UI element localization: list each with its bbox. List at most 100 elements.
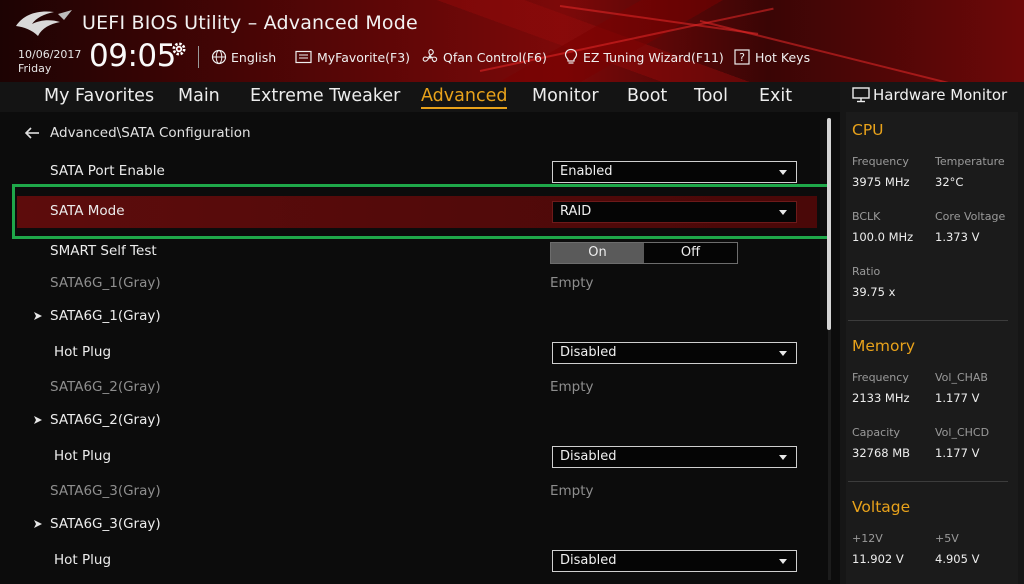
- chevron-down-icon: [779, 455, 787, 460]
- sata6g-1-hotplug-select[interactable]: Disabled: [552, 342, 797, 364]
- divider: [848, 320, 1008, 321]
- date-text: 10/06/2017: [18, 48, 82, 61]
- tab-main[interactable]: Main: [178, 86, 220, 106]
- hot-keys-button[interactable]: ? Hot Keys: [734, 48, 810, 66]
- day-text: Friday: [18, 62, 52, 75]
- v12-value: 11.902 V: [852, 552, 904, 566]
- scrollbar-thumb[interactable]: [827, 118, 831, 330]
- breadcrumb: Advanced\SATA Configuration: [50, 125, 251, 141]
- core-voltage-value: 1.373 V: [935, 230, 980, 244]
- date-display: 10/06/2017 Friday: [18, 48, 81, 76]
- smart-self-test-label: SMART Self Test: [50, 243, 157, 259]
- language-label: English: [231, 49, 277, 65]
- cpu-frequency-value: 3975 MHz: [852, 175, 910, 189]
- tab-exit[interactable]: Exit: [759, 86, 792, 106]
- cpu-frequency-label: Frequency: [852, 155, 909, 168]
- ez-tuning-label: EZ Tuning Wizard(F11): [583, 49, 724, 65]
- voltage-section-title: Voltage: [852, 498, 911, 516]
- sata6g-3-submenu[interactable]: SATA6G_3(Gray): [50, 516, 161, 532]
- ratio-label: Ratio: [852, 265, 881, 278]
- qfan-control-button[interactable]: Qfan Control(F6): [421, 48, 547, 66]
- sata-mode-select[interactable]: RAID: [552, 201, 797, 223]
- bclk-value: 100.0 MHz: [852, 230, 914, 244]
- sata6g-1-submenu[interactable]: SATA6G_1(Gray): [50, 308, 161, 324]
- tab-boot[interactable]: Boot: [627, 86, 667, 106]
- myfavorite-button[interactable]: MyFavorite(F3): [295, 48, 410, 66]
- sata-port-enable-select[interactable]: Enabled: [552, 161, 797, 183]
- memory-frequency-label: Frequency: [852, 371, 909, 384]
- header-separator: [198, 46, 199, 68]
- sata6g-2-hotplug-value: Disabled: [560, 449, 617, 464]
- cpu-temperature-label: Temperature: [935, 155, 1005, 168]
- sata6g-3-hotplug-label: Hot Plug: [54, 552, 112, 568]
- sata6g-1-hotplug-value: Disabled: [560, 345, 617, 360]
- tab-my-favorites[interactable]: My Favorites: [44, 86, 154, 106]
- ez-tuning-wizard-button[interactable]: EZ Tuning Wizard(F11): [563, 48, 724, 66]
- sata6g-1-info-label: SATA6G_1(Gray): [50, 275, 161, 291]
- language-button[interactable]: English: [211, 48, 276, 66]
- divider: [848, 481, 1008, 482]
- chevron-down-icon: [779, 170, 787, 175]
- sata-mode-value: RAID: [560, 204, 592, 219]
- sata6g-3-hotplug-select[interactable]: Disabled: [552, 550, 797, 572]
- memory-frequency-value: 2133 MHz: [852, 391, 910, 405]
- app-title: UEFI BIOS Utility – Advanced Mode: [82, 12, 418, 34]
- expand-arrow-icon: [34, 312, 42, 320]
- monitor-icon: [852, 87, 870, 103]
- sata6g-2-info-label: SATA6G_2(Gray): [50, 379, 161, 395]
- chevron-down-icon: [779, 351, 787, 356]
- memory-section-title: Memory: [852, 337, 916, 355]
- sata-port-enable-value: Enabled: [560, 164, 613, 179]
- gear-icon[interactable]: [170, 40, 188, 58]
- tab-extreme-tweaker[interactable]: Extreme Tweaker: [250, 86, 400, 106]
- vol-chab-value: 1.177 V: [935, 391, 980, 405]
- toggle-on[interactable]: On: [551, 243, 644, 263]
- clock: 09:05: [89, 38, 176, 74]
- ratio-value: 39.75 x: [852, 285, 896, 299]
- myfavorite-label: MyFavorite(F3): [317, 49, 411, 65]
- capacity-label: Capacity: [852, 426, 901, 439]
- rog-logo: [16, 10, 72, 37]
- bclk-label: BCLK: [852, 210, 881, 223]
- sata6g-2-info-value: Empty: [550, 379, 594, 395]
- hot-keys-label: Hot Keys: [755, 49, 811, 65]
- smart-self-test-toggle[interactable]: On Off: [550, 242, 738, 264]
- sata6g-2-hotplug-select[interactable]: Disabled: [552, 446, 797, 468]
- globe-icon: [211, 49, 227, 65]
- capacity-value: 32768 MB: [852, 446, 911, 460]
- svg-text:?: ?: [739, 51, 745, 64]
- back-arrow-icon[interactable]: [24, 126, 40, 140]
- expand-arrow-icon: [34, 416, 42, 424]
- cpu-section-title: CPU: [852, 121, 884, 139]
- vol-chab-label: Vol_CHAB: [935, 371, 988, 384]
- v5-label: +5V: [935, 532, 959, 545]
- expand-arrow-icon: [34, 520, 42, 528]
- toggle-off[interactable]: Off: [644, 243, 737, 263]
- sata6g-1-hotplug-label: Hot Plug: [54, 344, 112, 360]
- hardware-monitor-title: Hardware Monitor: [873, 86, 1008, 104]
- tab-tool[interactable]: Tool: [694, 86, 728, 106]
- chevron-down-icon: [779, 559, 787, 564]
- cpu-temperature-value: 32°C: [935, 175, 964, 189]
- tab-advanced[interactable]: Advanced: [421, 86, 508, 109]
- v5-value: 4.905 V: [935, 552, 980, 566]
- favorite-icon: [295, 50, 312, 64]
- bulb-icon: [564, 48, 578, 64]
- hotkeys-icon: ?: [734, 49, 750, 65]
- tab-monitor[interactable]: Monitor: [532, 86, 599, 106]
- vol-chcd-value: 1.177 V: [935, 446, 980, 460]
- sata6g-1-info-value: Empty: [550, 275, 594, 291]
- fan-icon: [422, 49, 438, 63]
- sata6g-2-hotplug-label: Hot Plug: [54, 448, 112, 464]
- core-voltage-label: Core Voltage: [935, 210, 1006, 223]
- sata6g-3-hotplug-value: Disabled: [560, 553, 617, 568]
- v12-label: +12V: [852, 532, 883, 545]
- sata-port-enable-label: SATA Port Enable: [50, 163, 165, 179]
- sata6g-2-submenu[interactable]: SATA6G_2(Gray): [50, 412, 161, 428]
- vol-chcd-label: Vol_CHCD: [935, 426, 990, 439]
- chevron-down-icon: [779, 210, 787, 215]
- sata-mode-label: SATA Mode: [50, 203, 125, 219]
- sata6g-3-info-label: SATA6G_3(Gray): [50, 483, 161, 499]
- qfan-label: Qfan Control(F6): [443, 49, 547, 65]
- sata6g-3-info-value: Empty: [550, 483, 594, 499]
